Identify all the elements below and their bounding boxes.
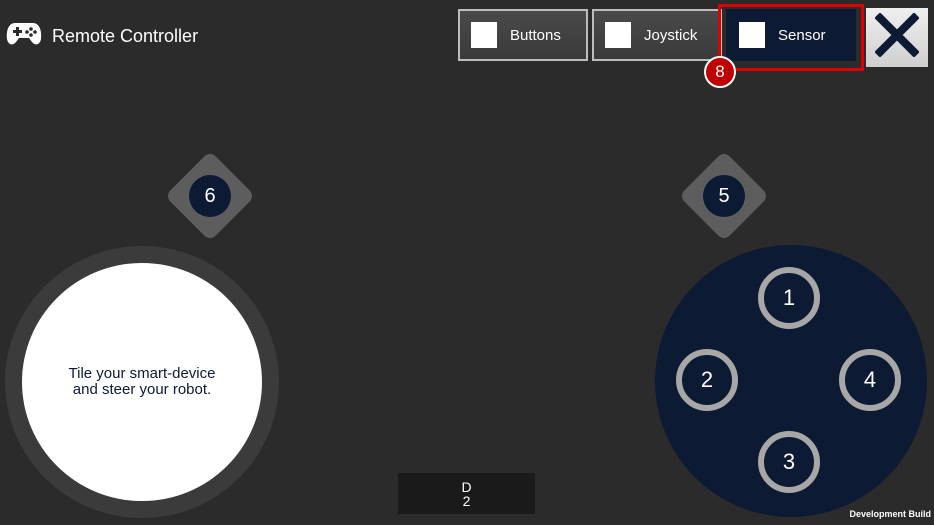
aux-button-label: 6 <box>189 175 231 217</box>
mode-checkbox <box>471 22 497 48</box>
pad-button-1[interactable]: 1 <box>758 267 820 329</box>
pad-button-2[interactable]: 2 <box>676 349 738 411</box>
mode-label: Buttons <box>510 26 561 44</box>
tilt-sensor-area[interactable]: Tile your smart-device and steer your ro… <box>5 246 279 518</box>
pad-button-4[interactable]: 4 <box>839 349 901 411</box>
gamepad-icon <box>6 20 42 53</box>
app-title: Remote Controller <box>52 25 199 46</box>
aux-button-6[interactable]: 6 <box>164 150 256 242</box>
mode-joystick-button[interactable]: Joystick <box>592 9 722 61</box>
close-button[interactable] <box>866 8 928 67</box>
debug-line-2: 2 <box>462 492 471 509</box>
mode-buttons-button[interactable]: Buttons <box>458 9 588 61</box>
mode-label: Joystick <box>644 26 698 44</box>
pad-button-3[interactable]: 3 <box>758 431 820 493</box>
tilt-sensor-pad: Tile your smart-device and steer your ro… <box>22 263 262 501</box>
tilt-instructions: Tile your smart-device and steer your ro… <box>68 365 216 398</box>
close-icon <box>874 12 920 62</box>
direction-pad: 1 2 3 4 <box>655 245 927 517</box>
mode-checkbox <box>605 22 631 48</box>
debug-readout: D 2 <box>398 473 535 514</box>
debug-line-1: D <box>461 478 472 495</box>
step-badge: 8 <box>704 56 736 88</box>
highlight-box <box>718 4 864 71</box>
app-header: Remote Controller <box>6 20 198 52</box>
aux-button-label: 5 <box>703 175 745 217</box>
aux-button-5[interactable]: 5 <box>678 150 770 242</box>
development-build-label: Development Build <box>849 509 931 519</box>
